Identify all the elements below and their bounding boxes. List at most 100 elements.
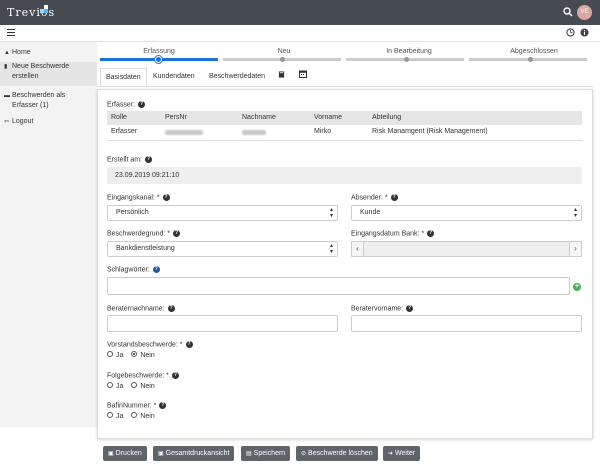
bafin-nein-radio[interactable]: Nein	[131, 412, 155, 420]
folge-nein-radio[interactable]: Nein	[131, 382, 155, 390]
absender-select[interactable]: Kunde ▴ ▾	[351, 205, 582, 221]
select-caret-icon: ▴ ▾	[573, 207, 577, 219]
help-icon[interactable]: ?	[406, 305, 414, 312]
top-bar: Trevios VE	[0, 0, 600, 25]
help-icon[interactable]: ?	[167, 305, 175, 312]
help-icon[interactable]: ?	[145, 156, 153, 163]
erfasser-table-header: Rolle PersNr Nachname Vorname Abteilung	[107, 111, 582, 125]
user-avatar[interactable]: VE	[577, 5, 592, 20]
date-next-button[interactable]: ›	[569, 241, 582, 257]
ban-icon: ⊘	[301, 451, 307, 457]
sidebar-item-beschwerden-erfasser[interactable]: ▬ Beschwerden als Erfasser (1)	[4, 91, 65, 111]
beraternachname-label: Beraternachname:?	[107, 305, 175, 313]
absender-label: Absender: *?	[351, 194, 398, 202]
erstellt-am-value: 23.09.2019 09:21:10	[107, 167, 582, 184]
sub-toolbar	[0, 25, 600, 42]
col-vorname: Vorname	[314, 114, 343, 121]
folgebeschwerde-label: Folgebeschwerde: *?	[107, 372, 179, 380]
eingangsdatum-picker: ‹ ›	[351, 241, 582, 257]
bafin-ja-radio[interactable]: Ja	[107, 412, 123, 420]
sidebar-item-logout[interactable]: ⇦ Logout	[4, 117, 33, 127]
col-persnr: PersNr	[165, 114, 187, 121]
erfasser-label: Erfasser:?	[107, 101, 146, 109]
tab-bar: Basisdaten Kundendaten Beschwerdedaten	[97, 68, 600, 88]
step-abgeschlossen: Abgeschlossen	[510, 48, 558, 55]
help-icon[interactable]: ?	[390, 194, 398, 201]
folge-ja-radio[interactable]: Ja	[107, 382, 123, 390]
tab-basisdaten[interactable]: Basisdaten	[100, 68, 147, 87]
step-neu: Neu	[277, 48, 291, 55]
help-icon[interactable]: ?	[173, 230, 181, 237]
chevron-right-icon: ›	[574, 244, 577, 253]
hamburger-menu-icon[interactable]	[7, 29, 15, 38]
help-icon[interactable]: ?	[171, 372, 179, 379]
help-icon[interactable]: ?	[138, 101, 146, 108]
help-icon[interactable]: ?	[185, 341, 193, 348]
sidebar-item-home[interactable]: ▲ Home	[4, 48, 31, 58]
arrow-right-icon: ➜	[388, 451, 394, 457]
beschwerde-loeschen-button[interactable]: ⊘ Beschwerde löschen	[296, 446, 378, 461]
help-icon[interactable]: ?	[159, 402, 167, 409]
cell-nachname-redacted	[242, 130, 266, 137]
eingangsdatum-field[interactable]	[364, 241, 569, 257]
cell-rolle: Erfasser	[111, 128, 138, 135]
table-row: Erfasser Mirko Risk Manamgent (Risk Mana…	[107, 125, 582, 141]
select-caret-icon: ▴ ▾	[329, 207, 333, 219]
basisdaten-panel	[97, 89, 593, 439]
col-nachname: Nachname	[242, 114, 276, 121]
date-prev-button[interactable]: ‹	[351, 241, 364, 257]
chevron-left-icon: ‹	[356, 244, 359, 253]
schlagwoerter-input[interactable]	[107, 277, 570, 295]
bafinnummer-radios: Ja Nein	[107, 412, 155, 420]
beschwerdegrund-label: Beschwerdegrund: *?	[107, 230, 181, 238]
progress-steps: Erfassung Neu In Bearbeitung Abgeschloss…	[97, 42, 600, 66]
eingangskanal-label: Eingangskanal: *?	[107, 194, 170, 202]
help-icon[interactable]: ?	[152, 266, 160, 273]
info-icon[interactable]	[580, 28, 589, 39]
vorstand-nein-radio[interactable]: Nein	[131, 351, 155, 359]
eingangskanal-select[interactable]: Persönlich ▴ ▾	[107, 205, 338, 221]
step-dot-abgeschlossen	[528, 57, 533, 62]
step-dot-in-bearbeitung	[404, 57, 409, 62]
print-icon: ▣	[108, 451, 114, 457]
print-icon: ▣	[158, 451, 164, 457]
gesamtdruckansicht-button[interactable]: ▣ Gesamtdruckansicht	[153, 446, 235, 461]
step-erfassung: Erfassung	[143, 48, 175, 55]
tab-divider	[97, 86, 593, 87]
step-dot-erfassung	[155, 56, 162, 63]
sidebar: ▲ Home ▮ Neue Beschwerde erstellen ▬ Beschw…	[0, 42, 97, 427]
cell-abteilung: Risk Manamgent (Risk Management)	[372, 128, 488, 135]
weiter-button[interactable]: ➜ Weiter	[383, 446, 421, 461]
cell-vorname: Mirko	[314, 128, 332, 135]
speichern-button[interactable]: ▤ Speichern	[241, 446, 291, 461]
help-icon[interactable]: ?	[162, 194, 170, 201]
folgebeschwerde-radios: Ja Nein	[107, 382, 155, 390]
tab-calendar[interactable]	[294, 68, 312, 87]
tab-beschwerdedaten[interactable]: Beschwerdedaten	[204, 68, 270, 87]
erstellt-am-label: Erstellt am:?	[107, 156, 153, 164]
step-in-bearbeitung: In Bearbeitung	[386, 48, 432, 55]
calendar-icon	[299, 70, 307, 80]
col-rolle: Rolle	[111, 114, 127, 121]
clock-icon[interactable]	[566, 28, 575, 39]
save-icon: ▤	[246, 451, 252, 457]
vorstand-ja-radio[interactable]: Ja	[107, 351, 123, 359]
help-icon[interactable]: ?	[427, 230, 435, 237]
beraternachname-input[interactable]	[107, 315, 338, 332]
search-icon[interactable]	[563, 7, 573, 19]
bafinnummer-label: BafinNummer: *?	[107, 402, 167, 410]
tab-book[interactable]	[273, 68, 290, 87]
drucken-button[interactable]: ▣ Drucken	[103, 446, 147, 461]
beratervorname-input[interactable]	[351, 315, 582, 332]
beschwerdegrund-select[interactable]: Bankdienstleistung ▴ ▾	[107, 241, 338, 257]
home-icon: ▲	[4, 50, 10, 56]
add-keyword-icon[interactable]: +	[573, 283, 581, 291]
select-caret-icon: ▴ ▾	[329, 243, 333, 255]
schlagwoerter-label: Schlagwörter:?	[107, 266, 160, 274]
vorstandsbeschwerde-radios: Ja Nein	[107, 351, 155, 359]
tab-kundendaten[interactable]: Kundendaten	[148, 68, 200, 87]
col-abteilung: Abteilung	[372, 114, 402, 121]
sidebar-item-neue-beschwerde[interactable]: ▮ Neue Beschwerde erstellen	[0, 62, 97, 86]
eingangsdatum-label: Eingangsdatum Bank: *?	[351, 230, 435, 238]
beratervorname-label: Beratervorname:?	[351, 305, 414, 313]
